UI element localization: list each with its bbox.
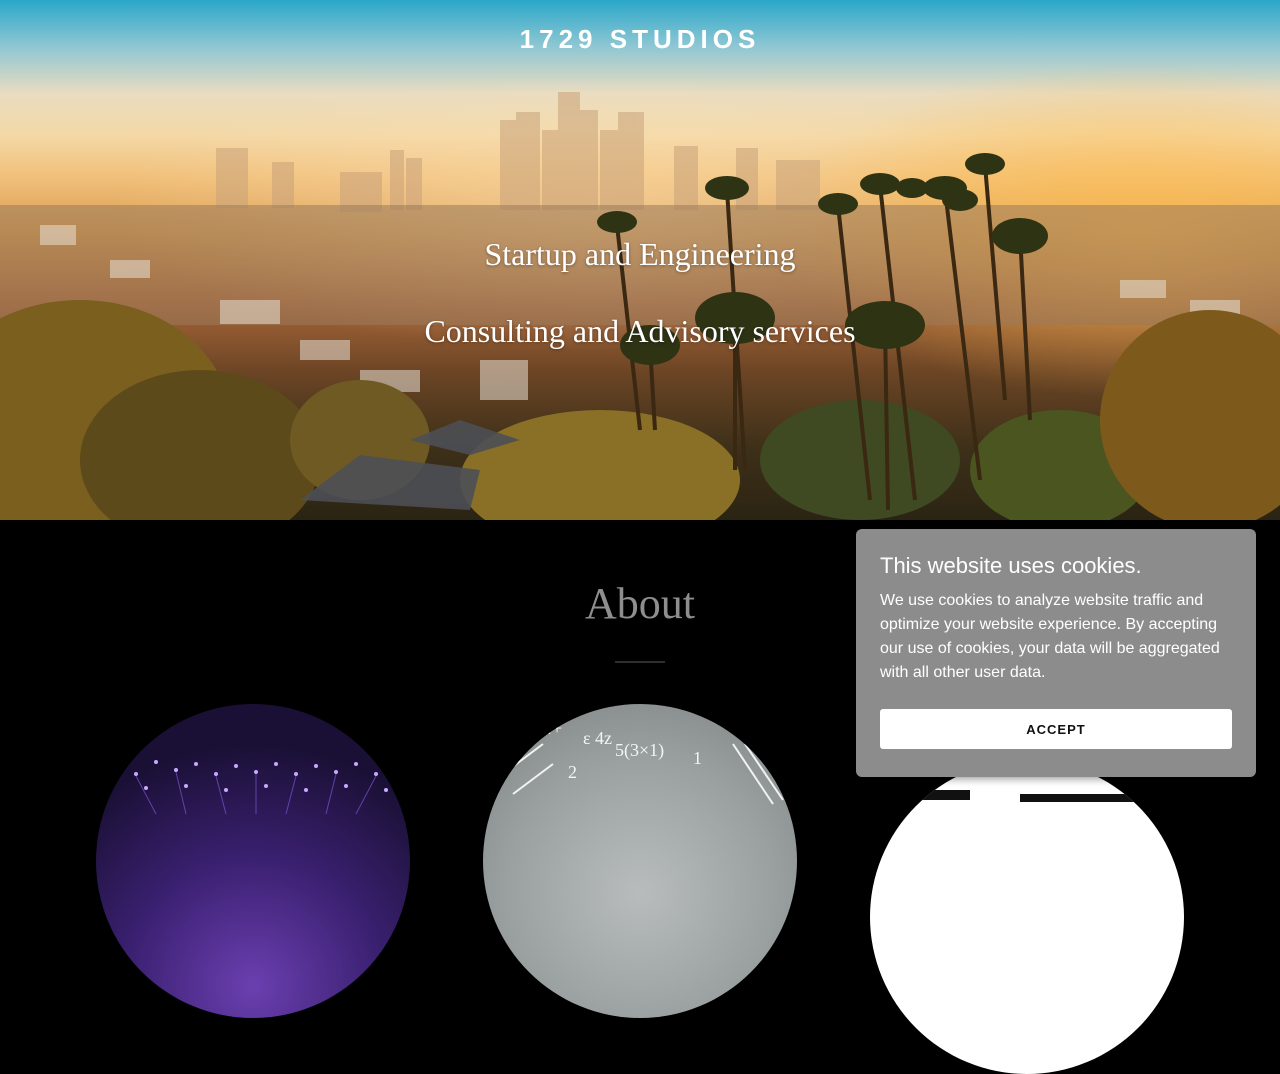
about-card-image-chalkboard[interactable]: ɛ 4z 5(3×1) 2 1 4+ (483, 704, 797, 1018)
cookie-banner-title: This website uses cookies. (880, 553, 1142, 578)
accept-cookies-button[interactable]: ACCEPT (880, 709, 1232, 749)
hero-headline-line2: Consulting and Advisory services (424, 313, 856, 349)
svg-text:5(3×1): 5(3×1) (615, 740, 664, 761)
logo-graphic (910, 790, 1170, 802)
cookie-consent-banner: This website uses cookies. We use cookie… (856, 529, 1256, 777)
about-divider (615, 661, 665, 663)
svg-text:4+: 4+ (543, 718, 562, 738)
svg-text:1: 1 (693, 748, 702, 768)
svg-text:ɛ 4z: ɛ 4z (583, 728, 612, 748)
hero-banner: 1729 STUDIOS Startup and Engineering Con… (0, 0, 1280, 520)
about-card-image-logo[interactable] (870, 760, 1184, 1074)
chalkboard-graphic: ɛ 4z 5(3×1) 2 1 4+ (502, 718, 784, 805)
svg-text:2: 2 (568, 762, 577, 782)
cookie-banner-message: We use cookies to analyze website traffi… (880, 592, 1220, 681)
hero-headline-line1: Startup and Engineering (484, 236, 796, 272)
fiber-optics-graphic (134, 760, 388, 815)
site-brand[interactable]: 1729 STUDIOS (0, 24, 1280, 55)
about-card-image-fiber[interactable] (96, 704, 410, 1018)
